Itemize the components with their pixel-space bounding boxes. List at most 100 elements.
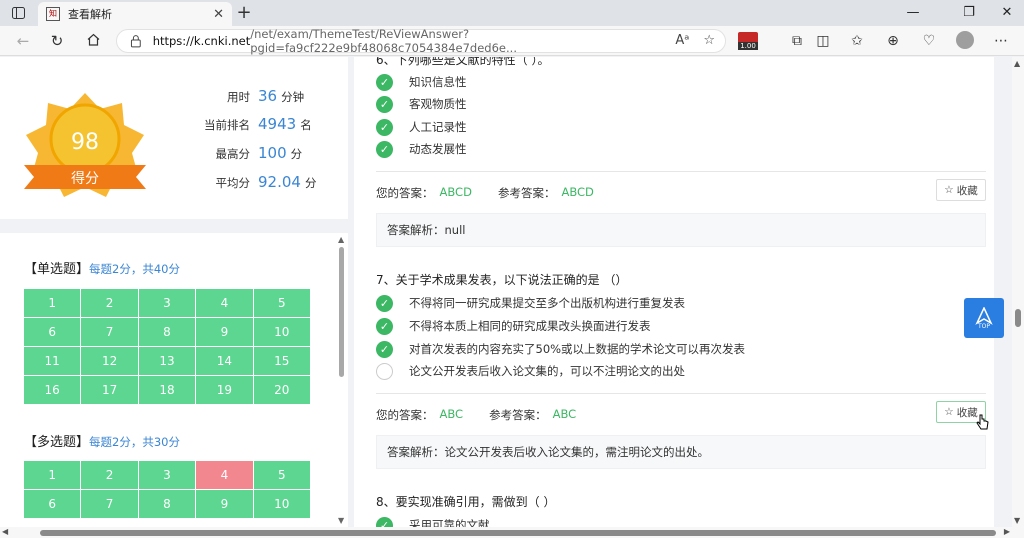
- your-answer-label: 您的答案：: [376, 186, 434, 200]
- option-item: ✓ 动态发展性: [376, 140, 467, 158]
- url-host: https://k.cnki.net: [152, 34, 251, 48]
- star-icon: ☆: [944, 406, 954, 418]
- question-number-cell[interactable]: 12: [81, 347, 138, 375]
- minimize-icon[interactable]: —: [898, 3, 928, 23]
- scroll-thumb[interactable]: [40, 530, 996, 536]
- option-item: ✓ 客观物质性: [376, 95, 467, 113]
- address-toolbar: ← ↻ https://k.cnki.net/net/exam/ThemeTes…: [0, 26, 1024, 56]
- option-item: ✓ 知识信息性: [376, 73, 467, 91]
- question-number-cell[interactable]: 11: [24, 347, 81, 375]
- favorite-button[interactable]: ☆ 收藏: [936, 179, 986, 201]
- stat-rank: 当前排名 4943 名: [180, 115, 340, 135]
- question-number-cell[interactable]: 5: [253, 289, 310, 317]
- refresh-icon[interactable]: ↻: [46, 31, 68, 51]
- favorite-star-icon[interactable]: ☆: [703, 33, 715, 48]
- back-icon[interactable]: ←: [12, 31, 34, 51]
- question-number-cell[interactable]: 13: [138, 347, 196, 375]
- browser-essentials-icon[interactable]: ♡: [918, 31, 940, 51]
- close-window-icon[interactable]: ✕: [992, 3, 1022, 23]
- extensions-icon[interactable]: ⧉: [786, 31, 808, 51]
- your-answer-value: ABCD: [439, 185, 472, 199]
- analysis-box: 答案解析：论文公开发表后收入论文集的，需注明论文的出处。: [376, 435, 986, 469]
- divider: [376, 393, 986, 394]
- extension-badge-icon[interactable]: 1.00: [738, 32, 758, 50]
- score-value: 98: [71, 130, 99, 155]
- close-tab-icon[interactable]: ✕: [213, 7, 224, 22]
- scroll-down-icon[interactable]: ▼: [338, 516, 344, 525]
- read-aloud-icon[interactable]: Aᵃ: [675, 33, 689, 48]
- question-number-cell[interactable]: 3: [138, 461, 196, 489]
- question-number-cell[interactable]: 8: [138, 318, 196, 346]
- question-number-cell[interactable]: 16: [24, 376, 81, 404]
- scroll-thumb[interactable]: [1015, 309, 1021, 327]
- question-title: 8、要实现准确引用，需做到（ ）: [376, 495, 556, 509]
- ref-answer-label: 参考答案：: [497, 186, 556, 200]
- site-favicon-icon: 知: [46, 7, 60, 21]
- check-icon: ✓: [376, 340, 393, 358]
- tab-actions-icon[interactable]: [6, 3, 30, 23]
- check-icon: ✓: [376, 73, 393, 91]
- question-title: 7、关于学术成果发表，以下说法正确的是 （）: [376, 273, 628, 287]
- stat-highest: 最高分 100 分: [180, 144, 340, 164]
- more-menu-icon[interactable]: ⋯: [990, 31, 1012, 51]
- star-icon: ☆: [944, 184, 954, 196]
- question-number-cell[interactable]: 1: [24, 461, 81, 489]
- question-number-cell[interactable]: 1: [24, 289, 81, 317]
- url-bar[interactable]: https://k.cnki.net/net/exam/ThemeTest/Re…: [116, 27, 726, 55]
- question-number-cell[interactable]: 17: [81, 376, 138, 404]
- question-number-cell[interactable]: 20: [253, 376, 310, 404]
- navigator-scrollbar[interactable]: ▲ ▼: [336, 233, 348, 527]
- question-number-cell[interactable]: 9: [196, 318, 253, 346]
- divider: [376, 171, 986, 172]
- question-number-cell[interactable]: 4: [196, 461, 253, 489]
- question-number-cell[interactable]: 2: [81, 461, 138, 489]
- unchecked-circle-icon: [376, 362, 393, 380]
- stat-unit: 分: [304, 176, 317, 190]
- question-number-cell[interactable]: 5: [253, 461, 310, 489]
- tab-active[interactable]: 知 查看解析 ✕: [38, 2, 232, 26]
- question-number-cell[interactable]: 2: [81, 289, 138, 317]
- check-icon: ✓: [376, 118, 393, 136]
- scroll-left-icon[interactable]: ◀: [2, 527, 8, 536]
- question-number-cell[interactable]: 6: [24, 490, 81, 518]
- page-horizontal-scrollbar[interactable]: ◀ ▶: [0, 527, 1024, 538]
- profile-avatar[interactable]: [956, 31, 974, 49]
- scroll-up-icon[interactable]: ▲: [338, 235, 344, 244]
- stat-label: 当前排名: [204, 118, 250, 132]
- question-number-cell[interactable]: 7: [81, 490, 138, 518]
- collections-icon[interactable]: ⊕: [882, 31, 904, 51]
- option-item: ✓ 采用可靠的文献: [376, 516, 490, 527]
- option-item: ✓ 不得将同一研究成果提交至多个出版机构进行重复发表: [376, 294, 685, 312]
- tab-strip: 知 查看解析 ✕ + — ❐ ✕: [0, 0, 1024, 26]
- question-number-cell[interactable]: 19: [196, 376, 253, 404]
- question-number-cell[interactable]: 3: [138, 289, 196, 317]
- scroll-up-icon[interactable]: ▲: [1014, 59, 1020, 68]
- question-number-cell[interactable]: 10: [253, 318, 310, 346]
- split-screen-icon[interactable]: ◫: [812, 31, 834, 51]
- question-number-cell[interactable]: 4: [196, 289, 253, 317]
- scroll-right-icon[interactable]: ▶: [1004, 527, 1010, 536]
- home-icon[interactable]: [82, 31, 104, 51]
- favorites-icon[interactable]: ✩: [846, 31, 868, 51]
- question-number-cell[interactable]: 6: [24, 318, 81, 346]
- scroll-down-icon[interactable]: ▼: [1014, 516, 1020, 525]
- back-to-top-button[interactable]: TOP: [964, 298, 1004, 338]
- new-tab-icon[interactable]: +: [234, 3, 254, 23]
- stat-unit: 名: [300, 118, 312, 132]
- question-number-cell[interactable]: 8: [138, 490, 196, 518]
- restore-icon[interactable]: ❐: [954, 3, 984, 23]
- question-number-cell[interactable]: 18: [138, 376, 196, 404]
- page-vertical-scrollbar[interactable]: ▲ ▼: [1012, 57, 1024, 527]
- stat-time: 用时 36 分钟: [180, 87, 340, 107]
- ref-answer-label: 参考答案：: [489, 408, 547, 422]
- single-choice-grid: 1 2 3 4 5 6 7 8 9 10 11 12 13 14 15 16 17 18 19 20: [24, 289, 310, 404]
- question-number-cell[interactable]: 14: [196, 347, 253, 375]
- question-number-cell[interactable]: 15: [253, 347, 310, 375]
- stat-label: 最高分: [215, 147, 251, 161]
- scroll-thumb[interactable]: [339, 247, 344, 377]
- stat-value: 100: [258, 144, 287, 162]
- question-number-cell[interactable]: 7: [81, 318, 138, 346]
- question-number-cell[interactable]: 10: [253, 490, 310, 518]
- question-number-cell[interactable]: 9: [196, 490, 253, 518]
- answer-row: 您的答案： ABCD 参考答案： ABCD: [376, 185, 614, 201]
